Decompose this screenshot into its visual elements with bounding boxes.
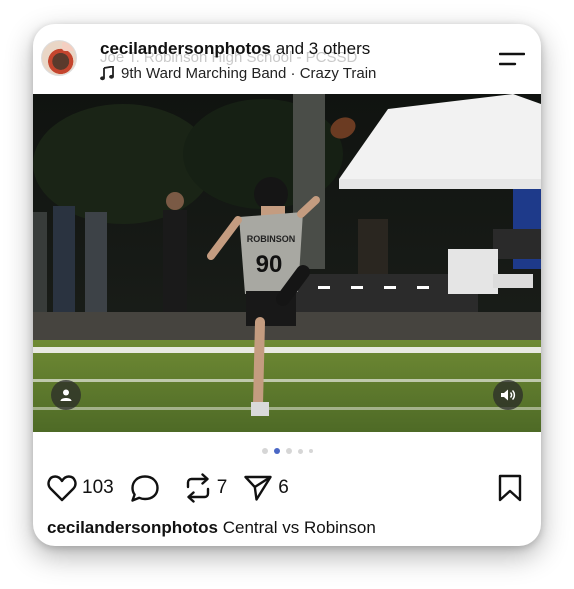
coauthors[interactable]: and 3 others — [276, 39, 371, 58]
share-button[interactable]: 6 — [243, 474, 289, 502]
comment-icon — [131, 474, 159, 502]
heart-icon — [47, 475, 77, 502]
action-bar: 103 7 6 — [47, 473, 303, 503]
person-icon — [60, 389, 72, 401]
carousel-dot[interactable] — [273, 448, 280, 454]
bookmark-icon[interactable] — [497, 474, 523, 502]
avatar-badge — [62, 41, 76, 51]
menu-icon[interactable] — [499, 51, 525, 67]
caption-text: Central vs Robinson — [222, 518, 376, 537]
screenshot-frame: Joe T. Robinson High School - PCSSD ceci… — [0, 0, 574, 589]
caption-author[interactable]: cecilandersonphotos — [47, 518, 218, 537]
music-note-icon — [100, 66, 114, 81]
tagged-people-button[interactable] — [51, 380, 81, 410]
carousel-dot[interactable] — [261, 448, 268, 454]
music-title: 9th Ward Marching Band · Crazy Train — [121, 65, 377, 82]
sound-toggle-button[interactable] — [493, 380, 523, 410]
carousel-dot[interactable] — [297, 448, 303, 454]
post-caption: cecilandersonphotos Central vs Robinson — [47, 518, 376, 538]
author-line[interactable]: cecilandersonphotos and 3 others — [100, 39, 370, 59]
speaker-icon — [501, 389, 516, 401]
repost-icon — [186, 473, 209, 503]
post-card: Joe T. Robinson High School - PCSSD ceci… — [33, 24, 541, 546]
carousel-dot[interactable] — [285, 448, 292, 454]
send-icon — [244, 475, 272, 501]
music-line[interactable]: 9th Ward Marching Band · Crazy Train — [100, 65, 376, 82]
like-count: 103 — [82, 477, 114, 498]
repost-count: 7 — [216, 477, 228, 498]
jersey-number: 90 — [256, 251, 283, 278]
post-header: Joe T. Robinson High School - PCSSD ceci… — [33, 24, 541, 94]
avatar[interactable] — [41, 40, 77, 76]
carousel-dot[interactable] — [308, 449, 313, 453]
football-photo: ROBINSON 90 — [33, 94, 541, 432]
author-name[interactable]: cecilandersonphotos — [100, 39, 271, 58]
jersey-text: ROBINSON — [247, 234, 296, 244]
comment-button[interactable] — [130, 474, 160, 503]
carousel-indicator — [33, 448, 541, 454]
repost-button[interactable]: 7 — [184, 473, 228, 503]
like-button[interactable]: 103 — [47, 474, 114, 502]
share-count: 6 — [278, 477, 289, 498]
post-media[interactable]: ROBINSON 90 — [33, 94, 541, 432]
